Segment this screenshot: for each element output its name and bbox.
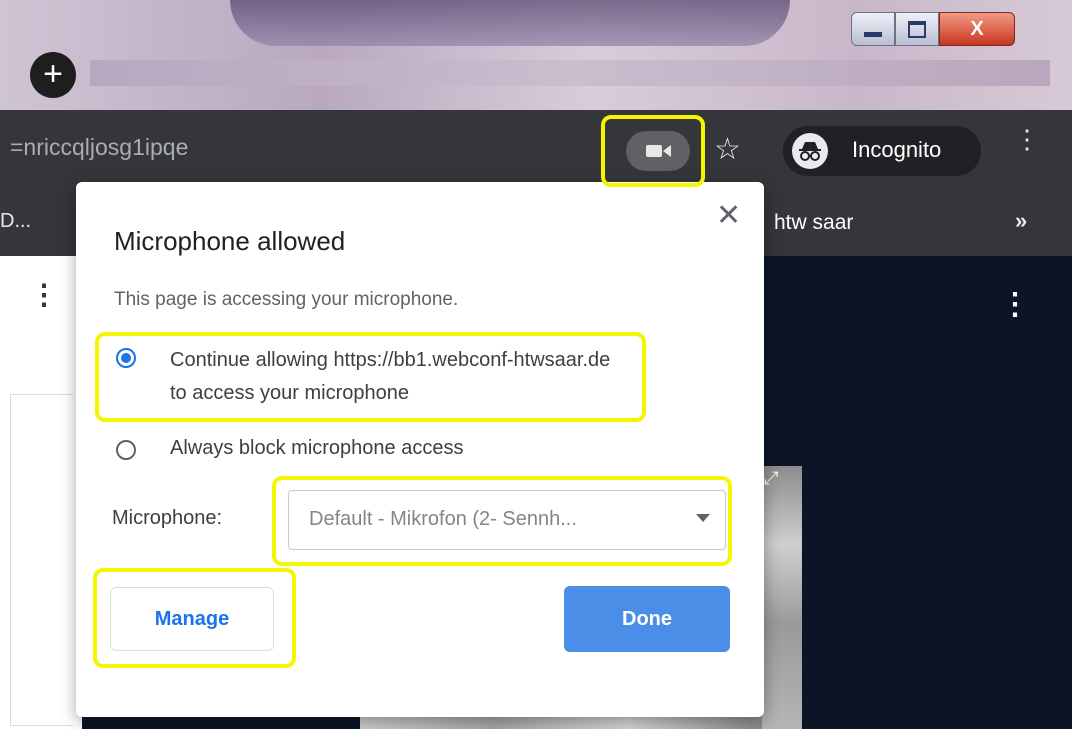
background-blur [90,60,1050,86]
incognito-icon [792,133,828,169]
bookmark-star-icon[interactable]: ☆ [714,132,741,167]
maximize-button[interactable] [895,12,939,46]
stage-kebab-icon[interactable]: ⋮ [1000,290,1030,320]
popup-title: Microphone allowed [114,226,346,256]
radio-always-block[interactable] [116,440,136,460]
highlight-manage-button [93,568,296,668]
bookmark-item-htw-saar[interactable]: htw saar [774,211,853,235]
bookmark-item-truncated[interactable]: D... [0,210,31,233]
address-bar[interactable]: =nriccqljosg1ipqe [10,134,188,161]
background-blur [230,0,790,46]
video-thumbnail [762,466,802,729]
option-always-block-label[interactable]: Always block microphone access [170,437,463,460]
highlight-camera-button [601,115,705,187]
close-icon[interactable]: ✕ [716,198,741,233]
new-tab-button[interactable]: + [30,52,76,98]
highlight-microphone-select [272,476,732,566]
incognito-label: Incognito [852,137,942,162]
minimize-button[interactable] [851,12,895,46]
popup-subtitle: This page is accessing your microphone. [114,289,459,310]
close-window-button[interactable]: X [939,12,1015,46]
incognito-glyph [799,142,821,161]
window-controls: X [851,12,1015,48]
maximize-icon [908,20,926,38]
expand-icon[interactable]: ⤢ [764,468,778,489]
browser-menu-kebab-icon[interactable]: ⋮ [1014,126,1040,152]
done-button[interactable]: Done [564,586,730,652]
highlight-continue-option [95,332,646,422]
left-panel-card [10,394,73,726]
chevron-double-right-icon[interactable]: » [1015,208,1027,234]
minimize-icon [864,31,882,37]
left-panel-kebab-icon[interactable]: ⋮ [30,281,58,309]
microphone-label: Microphone: [112,507,223,529]
